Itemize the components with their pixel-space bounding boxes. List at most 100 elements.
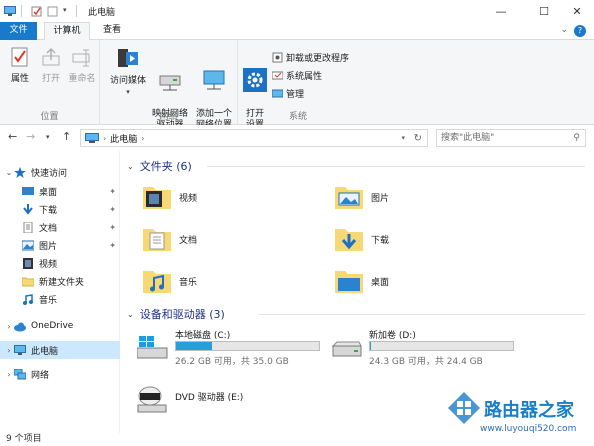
ribbon-tabs: 文件 计算机 查看 ⌄ ? (0, 22, 594, 41)
media-access-icon (108, 46, 148, 74)
this-pc-icon (85, 133, 99, 143)
video-icon (22, 257, 34, 269)
section-drives[interactable]: ⌄ 设备和驱动器 (3) (127, 305, 587, 323)
drive-c[interactable]: 本地磁盘 (C:) 26.2 GB 可用，共 35.0 GB (136, 328, 337, 374)
address-dropdown-icon[interactable]: ▾ (401, 134, 405, 142)
open-button[interactable]: 打开 (38, 46, 64, 85)
uninstall-program-button[interactable]: 卸载或更改程序 (272, 50, 349, 64)
search-input[interactable]: 搜索"此电脑" ⚲ (436, 129, 586, 147)
properties-button[interactable]: 属性 (6, 46, 34, 85)
group-label-system: 系统 (288, 112, 307, 122)
open-icon (38, 46, 64, 72)
collapse-chevron-icon[interactable]: ⌄ (127, 162, 134, 171)
tab-file[interactable]: 文件 (0, 22, 37, 40)
close-button[interactable]: ✕ (560, 0, 594, 22)
divider (21, 5, 22, 17)
folder-documents-label: 文档 (179, 235, 198, 246)
open-label: 打开 (41, 74, 60, 84)
system-properties-icon (271, 70, 284, 81)
drive-e-name: DVD 驱动器 (E:) (175, 393, 244, 403)
desktop-icon (22, 186, 34, 197)
nav-music[interactable]: 音乐 (0, 290, 120, 308)
nav-network[interactable]: › 网络 (0, 365, 120, 383)
system-properties-button[interactable]: 系统属性 (271, 68, 322, 82)
drive-d-usage-fill (370, 342, 371, 350)
pictures-folder-icon (333, 181, 365, 213)
up-button[interactable]: ↑ (62, 130, 71, 143)
tab-view[interactable]: 查看 (96, 22, 128, 40)
drive-e[interactable]: DVD 驱动器 (E:) (137, 379, 337, 425)
rename-icon (66, 46, 98, 72)
pin-icon[interactable]: ✦ (109, 223, 116, 232)
back-button[interactable]: ← (8, 130, 17, 143)
manage-icon (271, 88, 284, 99)
music-folder-icon (141, 265, 173, 297)
expand-chevron-icon[interactable]: › (4, 346, 14, 355)
folder-downloads-label: 下载 (371, 235, 390, 246)
watermark: 路由器之家 www.luyouqi520.com (440, 372, 594, 446)
divider (259, 314, 585, 315)
help-button[interactable]: ? (574, 25, 586, 37)
drive-d-space: 24.3 GB 可用，共 24.4 GB (369, 357, 483, 367)
address-bar[interactable]: › 此电脑 › ▾ ↻ (80, 129, 428, 147)
access-media-button[interactable]: 访问媒体 ▾ (108, 46, 148, 98)
folder-videos[interactable]: 视频 (141, 177, 197, 217)
nav-music-label: 音乐 (39, 295, 58, 306)
manage-button[interactable]: 管理 (271, 86, 304, 100)
navigation-bar: ← → ▾ ↑ › 此电脑 › ▾ ↻ 搜索"此电脑" ⚲ (0, 125, 594, 151)
folder-pictures[interactable]: 图片 (333, 177, 389, 217)
refresh-icon[interactable]: ↻ (414, 133, 422, 144)
expand-chevron-icon[interactable]: ⌄ (4, 168, 14, 177)
nav-videos[interactable]: 视频 (0, 254, 120, 272)
cloud-icon (14, 321, 26, 332)
folder-music[interactable]: 音乐 (141, 261, 197, 301)
ribbon: 属性 打开 重命名 位置 访问媒体 ▾ 映射网络 添加一个 网络 打开 系统 卸… (0, 40, 594, 130)
pin-icon[interactable]: ✦ (109, 187, 116, 196)
rename-button[interactable]: 重命名 (66, 46, 98, 85)
item-count: 9 个项目 (6, 434, 42, 444)
forward-button[interactable]: → (26, 130, 35, 143)
nav-new-folder[interactable]: 新建文件夹 (0, 272, 120, 290)
folder-music-label: 音乐 (179, 277, 198, 288)
nav-onedrive[interactable]: › OneDrive (0, 317, 120, 335)
section-folders[interactable]: ⌄ 文件夹 (6) (127, 157, 587, 175)
expand-chevron-icon[interactable]: › (4, 322, 14, 331)
nav-documents-label: 文档 (39, 223, 58, 234)
ribbon-group-location: 属性 打开 重命名 位置 (0, 40, 100, 125)
search-placeholder: 搜索"此电脑" (441, 133, 495, 143)
recent-locations-icon[interactable]: ▾ (46, 133, 50, 141)
tab-computer[interactable]: 计算机 (44, 22, 90, 41)
expand-ribbon-icon[interactable]: ⌄ (560, 25, 568, 35)
section-folders-title: 文件夹 (6) (139, 160, 192, 173)
folder-downloads[interactable]: 下载 (333, 219, 389, 259)
nav-downloads[interactable]: 下载 ✦ (0, 200, 120, 218)
pin-icon[interactable]: ✦ (109, 241, 116, 250)
nav-quick-access[interactable]: ⌄ 快速访问 (0, 163, 120, 181)
minimize-button[interactable]: — (484, 0, 518, 22)
nav-onedrive-label: OneDrive (31, 321, 74, 331)
properties-quick-icon[interactable] (31, 6, 43, 17)
breadcrumb-chevron-icon[interactable]: › (103, 134, 106, 143)
quick-access-dropdown-icon[interactable]: ▾ (63, 6, 71, 16)
access-media-label: 访问媒体 (109, 76, 146, 86)
folder-icon (21, 276, 35, 287)
maximize-button[interactable]: ☐ (527, 0, 561, 22)
properties-label: 属性 (10, 74, 29, 84)
group-label-network: 网络 (159, 112, 178, 122)
expand-chevron-icon[interactable]: › (4, 370, 14, 379)
nav-videos-label: 视频 (39, 259, 58, 270)
drive-d[interactable]: 新加卷 (D:) 24.3 GB 可用，共 24.4 GB (331, 328, 531, 374)
nav-documents[interactable]: 文档 ✦ (0, 218, 120, 236)
breadcrumb-chevron-icon[interactable]: › (141, 134, 144, 143)
document-icon (22, 221, 34, 233)
folder-desktop-label: 桌面 (371, 277, 390, 288)
nav-new-folder-label: 新建文件夹 (39, 277, 85, 288)
folder-desktop[interactable]: 桌面 (333, 261, 389, 301)
pin-icon[interactable]: ✦ (109, 205, 116, 214)
nav-desktop[interactable]: 桌面 ✦ (0, 182, 120, 200)
nav-this-pc[interactable]: › 此电脑 (0, 341, 120, 359)
collapse-chevron-icon[interactable]: ⌄ (127, 310, 134, 319)
folder-documents[interactable]: 文档 (141, 219, 197, 259)
nav-pictures[interactable]: 图片 ✦ (0, 236, 120, 254)
new-folder-quick-icon[interactable] (47, 6, 59, 17)
